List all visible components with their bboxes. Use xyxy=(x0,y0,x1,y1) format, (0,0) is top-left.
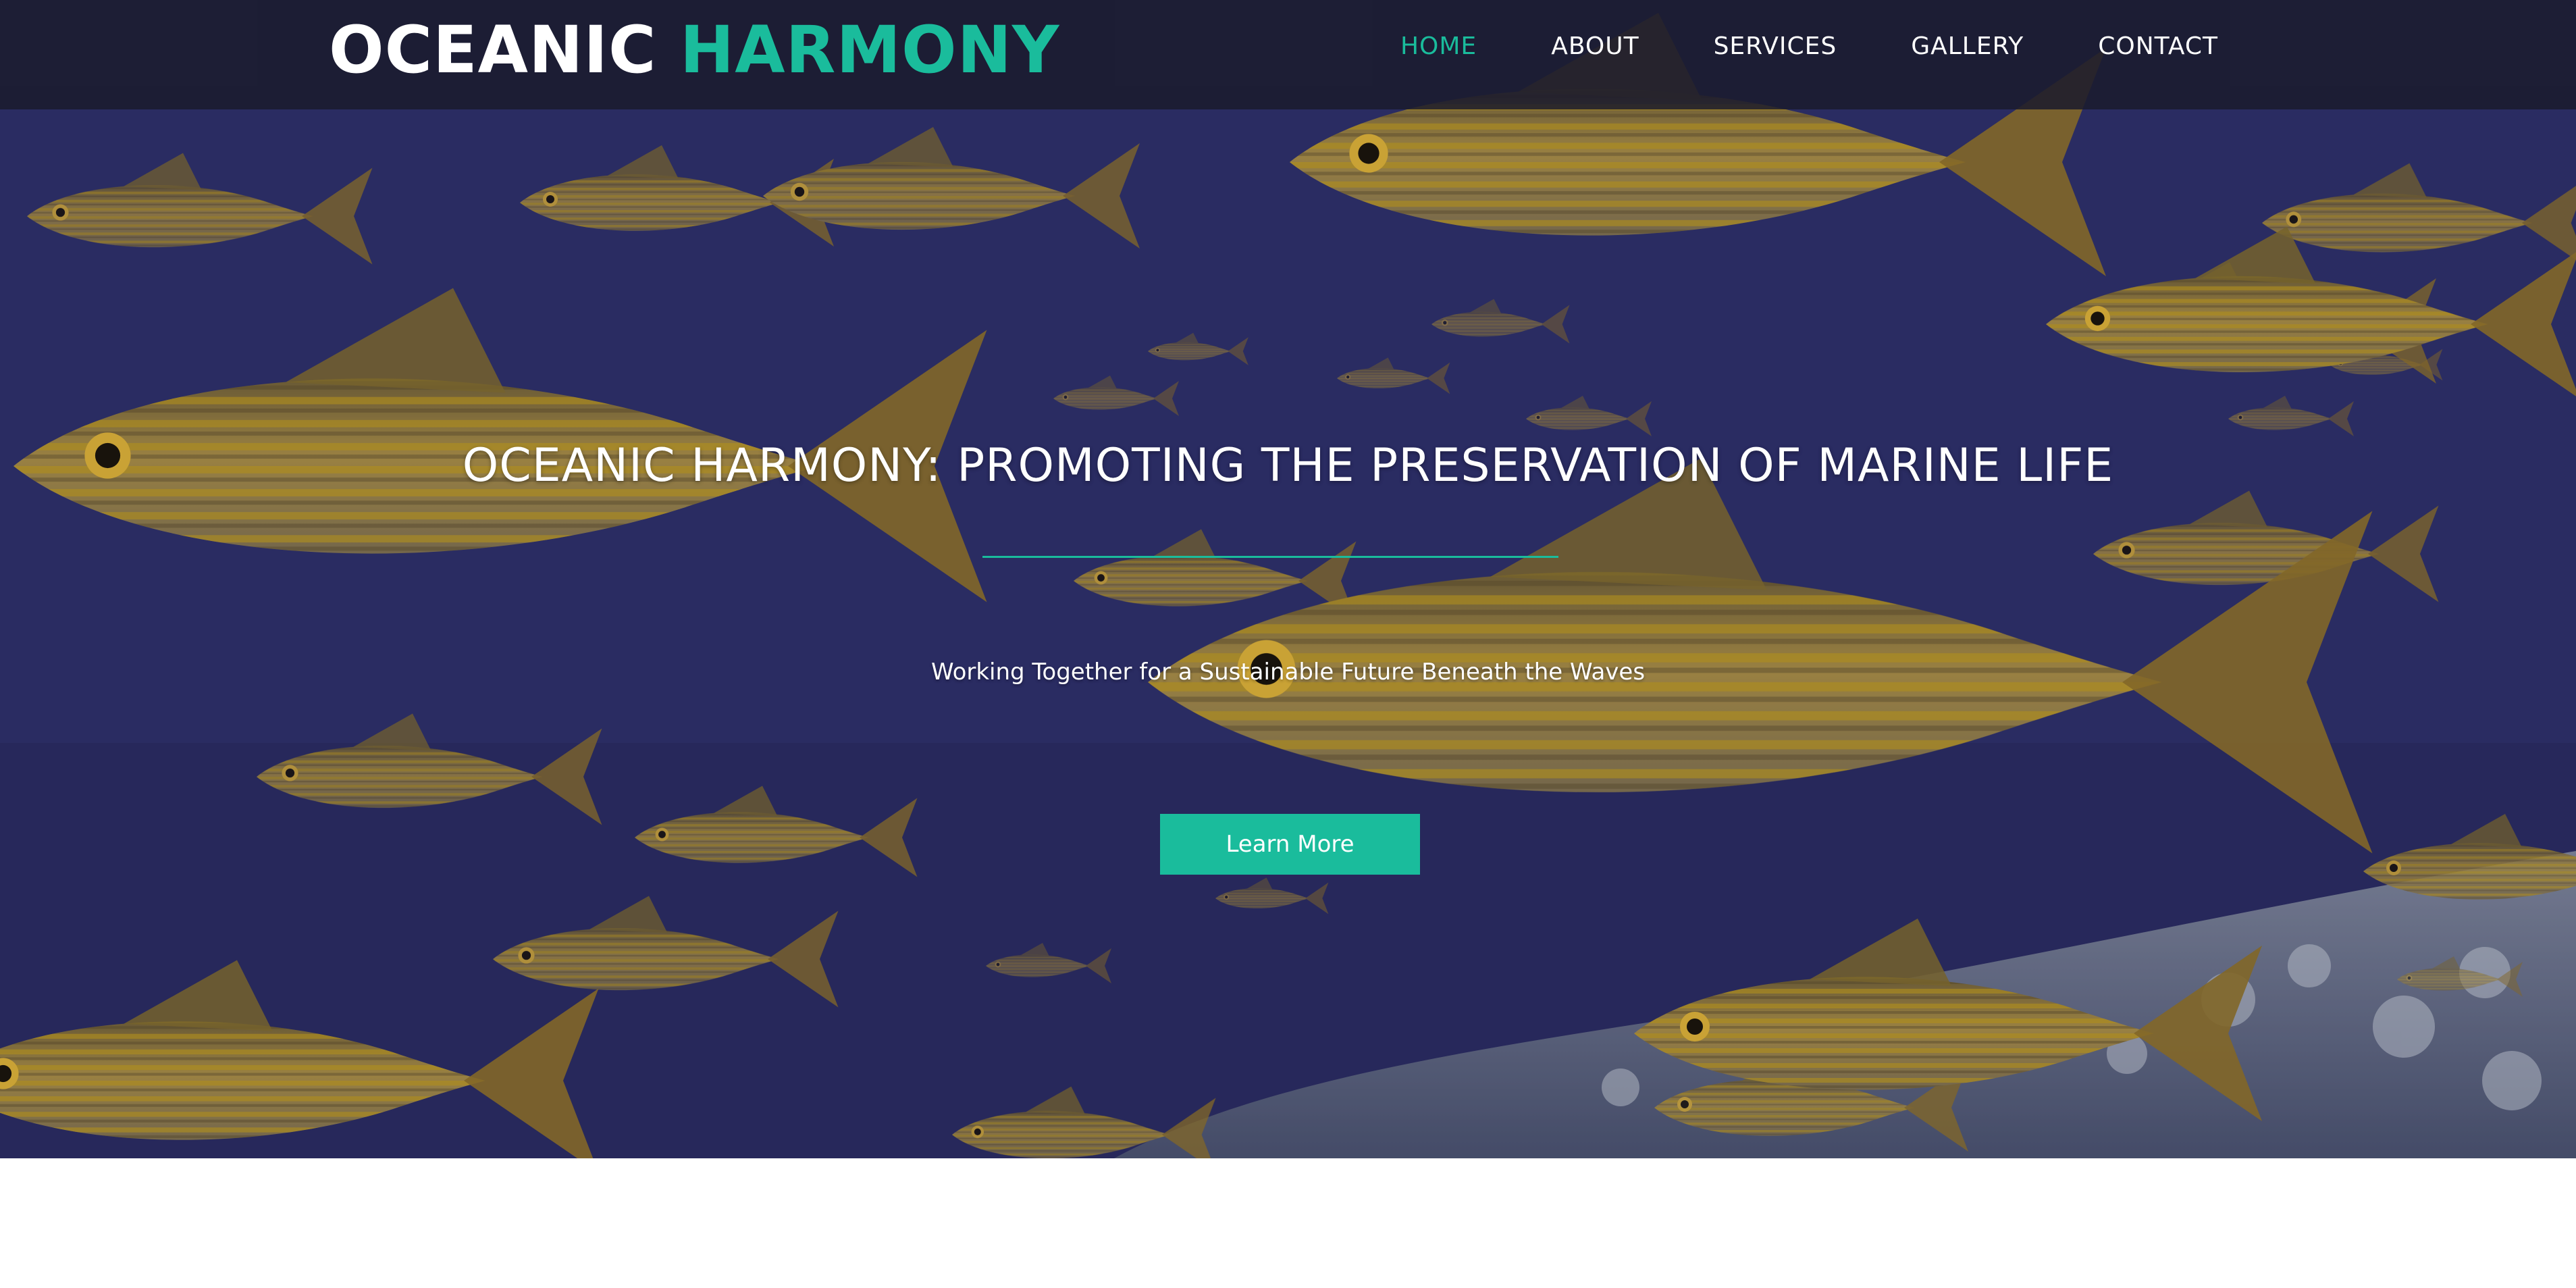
site-logo[interactable]: OCEANIC HARMONY xyxy=(329,9,1059,91)
hero-content: OCEANIC HARMONY: PROMOTING THE PRESERVAT… xyxy=(0,0,2576,1158)
hero-title: OCEANIC HARMONY: PROMOTING THE PRESERVAT… xyxy=(462,439,2114,492)
hero-subtitle: Working Together for a Sustainable Futur… xyxy=(930,659,1646,686)
nav-link-services[interactable]: SERVICES xyxy=(1714,32,1837,60)
hero-divider xyxy=(982,556,1558,558)
learn-more-button[interactable]: Learn More xyxy=(1160,814,1420,875)
nav-link-contact[interactable]: CONTACT xyxy=(2098,32,2218,60)
page-content-area xyxy=(0,1158,2576,1288)
logo-text-primary: OCEANIC xyxy=(329,12,657,88)
nav-link-about[interactable]: ABOUT xyxy=(1551,32,1639,60)
nav-link-gallery[interactable]: GALLERY xyxy=(1911,32,2024,60)
main-nav: HOME ABOUT SERVICES GALLERY CONTACT xyxy=(1400,0,2218,92)
nav-link-home[interactable]: HOME xyxy=(1400,32,1477,60)
navbar: OCEANIC HARMONY HOME ABOUT SERVICES GALL… xyxy=(0,0,2576,109)
logo-text-accent: HARMONY xyxy=(679,12,1060,88)
